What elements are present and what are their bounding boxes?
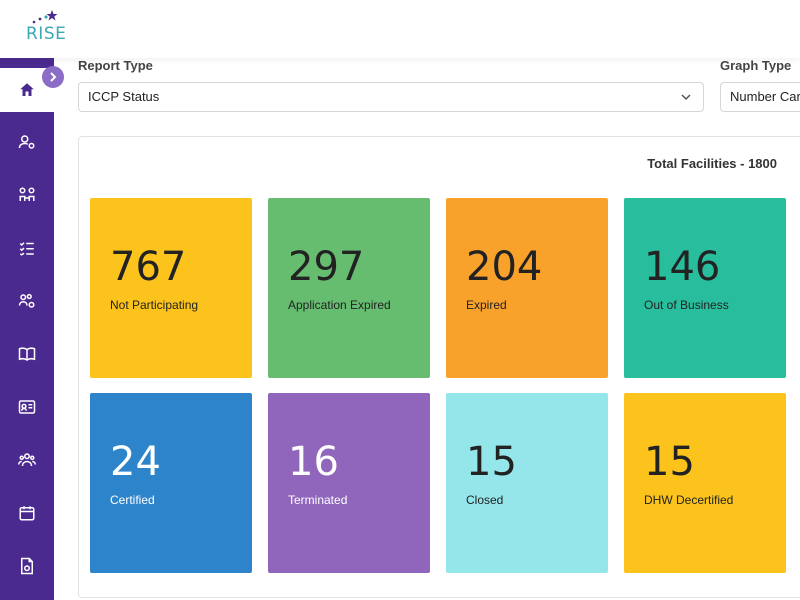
status-card[interactable]: 767 Not Participating	[90, 198, 252, 378]
sidebar-item-group-settings[interactable]	[0, 281, 54, 321]
report-type-label: Report Type	[78, 58, 153, 73]
status-card[interactable]: 24 Certified	[90, 393, 252, 573]
sidebar-item-connections[interactable]	[0, 175, 54, 215]
status-card[interactable]: 15 Closed	[446, 393, 608, 573]
sidebar	[0, 58, 54, 600]
home-icon	[20, 83, 34, 96]
status-card[interactable]: 146 Out of Business	[624, 198, 786, 378]
sidebar-item-team[interactable]	[0, 440, 54, 480]
card-label: Terminated	[288, 493, 348, 507]
chevron-right-icon	[50, 72, 57, 82]
total-facilities: Total Facilities - 1800	[647, 156, 777, 171]
sidebar-item-user-settings[interactable]	[0, 122, 54, 162]
status-card[interactable]: 297 Application Expired	[268, 198, 430, 378]
sidebar-item-book[interactable]	[0, 334, 54, 374]
checklist-icon	[19, 242, 34, 256]
card-value: 146	[644, 244, 721, 290]
book-icon	[18, 347, 36, 361]
graph-type-select[interactable]: Number Cards	[720, 82, 800, 112]
card-value: 204	[466, 244, 543, 290]
team-icon	[18, 453, 36, 467]
graph-type-value: Number Cards	[730, 89, 800, 104]
app-logo[interactable]: RISE	[26, 10, 66, 46]
users-link-icon	[19, 187, 35, 201]
card-value: 15	[644, 439, 695, 485]
calendar-icon	[19, 506, 35, 521]
status-card[interactable]: 16 Terminated	[268, 393, 430, 573]
report-type-value: ICCP Status	[88, 89, 160, 104]
card-label: Certified	[110, 493, 155, 507]
number-cards-panel: Total Facilities - 1800 767 Not Particip…	[78, 136, 800, 598]
card-value: 16	[288, 439, 339, 485]
id-card-icon	[18, 400, 36, 414]
card-label: Application Expired	[288, 298, 391, 312]
card-value: 15	[466, 439, 517, 485]
card-value: 24	[110, 439, 161, 485]
card-label: Out of Business	[644, 298, 729, 312]
sidebar-toggle-button[interactable]	[42, 66, 64, 88]
sidebar-item-document[interactable]	[0, 546, 54, 586]
report-type-select[interactable]: ICCP Status	[78, 82, 704, 112]
status-card[interactable]: 204 Expired	[446, 198, 608, 378]
group-settings-icon	[18, 293, 35, 308]
sidebar-item-checklist[interactable]	[0, 228, 54, 268]
sidebar-item-id-card[interactable]	[0, 387, 54, 427]
card-label: Expired	[466, 298, 507, 312]
graph-type-label: Graph Type	[720, 58, 792, 73]
logo-text: RISE	[26, 24, 67, 44]
chevron-down-icon	[681, 94, 691, 101]
status-card[interactable]: 15 DHW Decertified	[624, 393, 786, 573]
card-value: 767	[110, 244, 187, 290]
card-label: DHW Decertified	[644, 493, 734, 507]
sidebar-item-calendar[interactable]	[0, 493, 54, 533]
card-value: 297	[288, 244, 365, 290]
top-bar: RISE	[0, 0, 800, 58]
card-label: Not Participating	[110, 298, 199, 312]
card-label: Closed	[466, 493, 504, 507]
document-icon	[21, 557, 33, 575]
user-settings-icon	[18, 135, 35, 149]
